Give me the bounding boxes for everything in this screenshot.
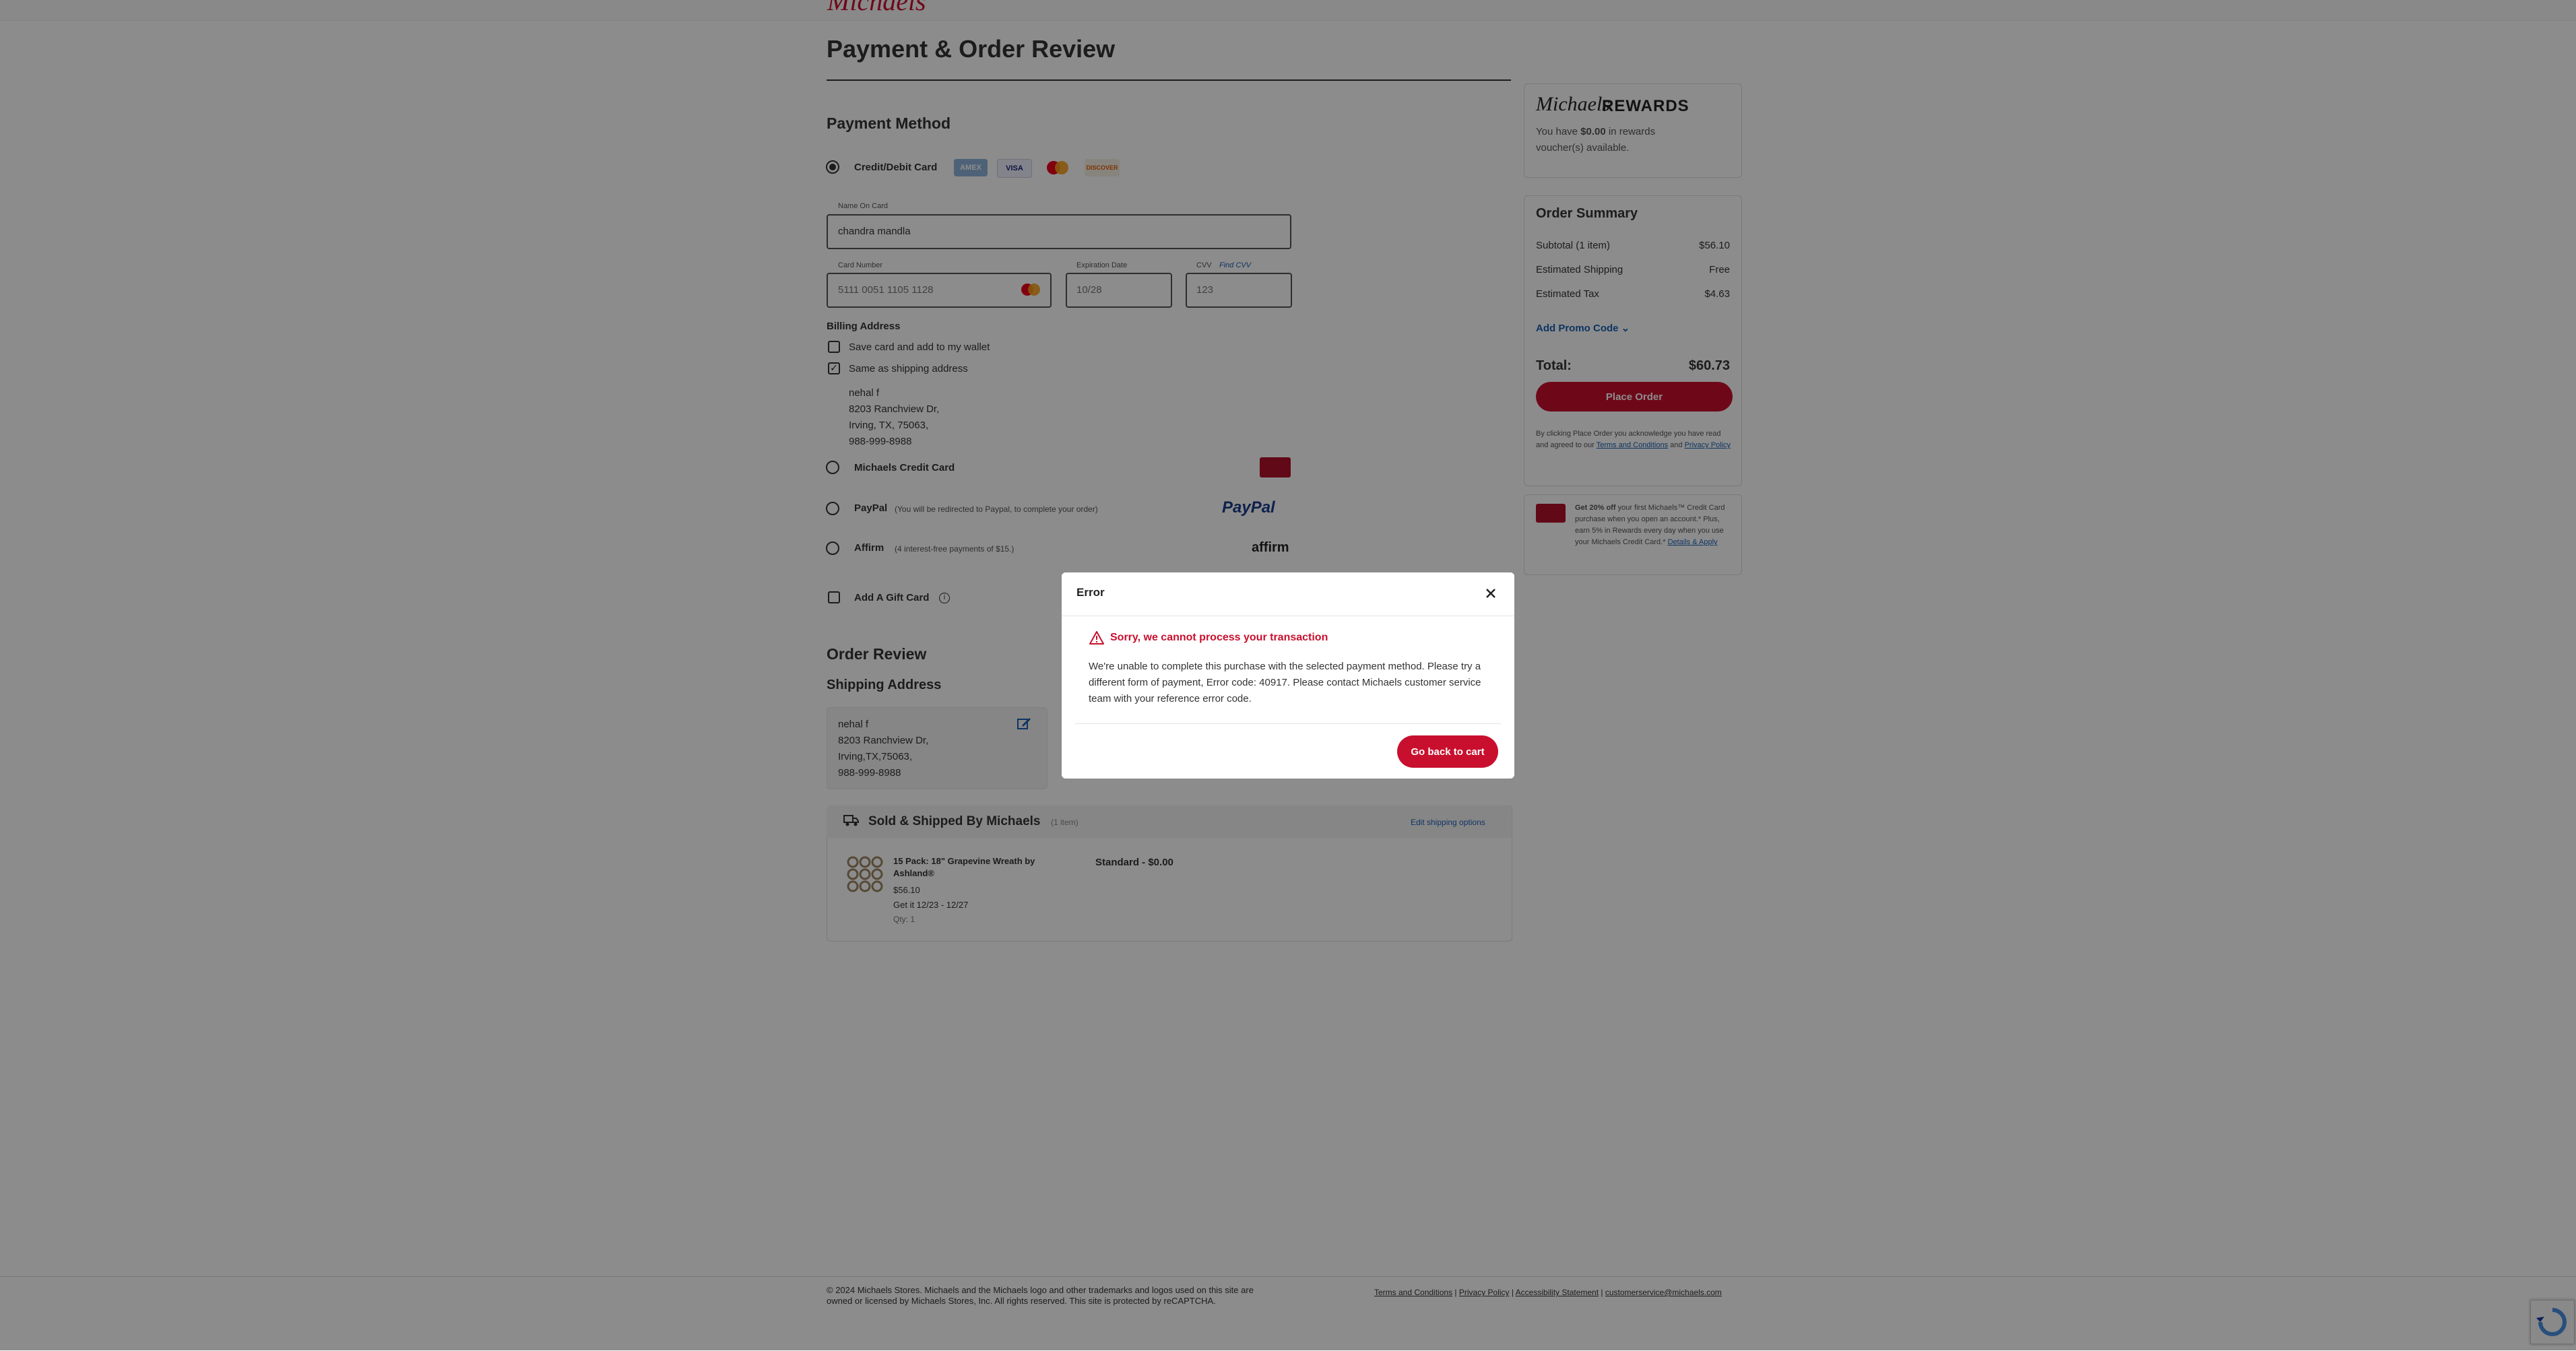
close-icon[interactable] [1481,583,1501,603]
checkout-page: Michaels Payment & Order Review Payment … [0,0,2576,1351]
go-back-to-cart-button[interactable]: Go back to cart [1397,735,1498,768]
error-dialog: Error Sorry, we cannot process your tran… [1062,572,1514,779]
error-dialog-divider [1075,723,1501,724]
error-alert-text: Sorry, we cannot process your transactio… [1110,632,1328,643]
error-dialog-header: Error [1062,572,1514,616]
error-dialog-title: Error [1076,586,1105,599]
warning-icon [1089,630,1105,645]
error-dialog-body: We're unable to complete this purchase w… [1089,661,1481,704]
